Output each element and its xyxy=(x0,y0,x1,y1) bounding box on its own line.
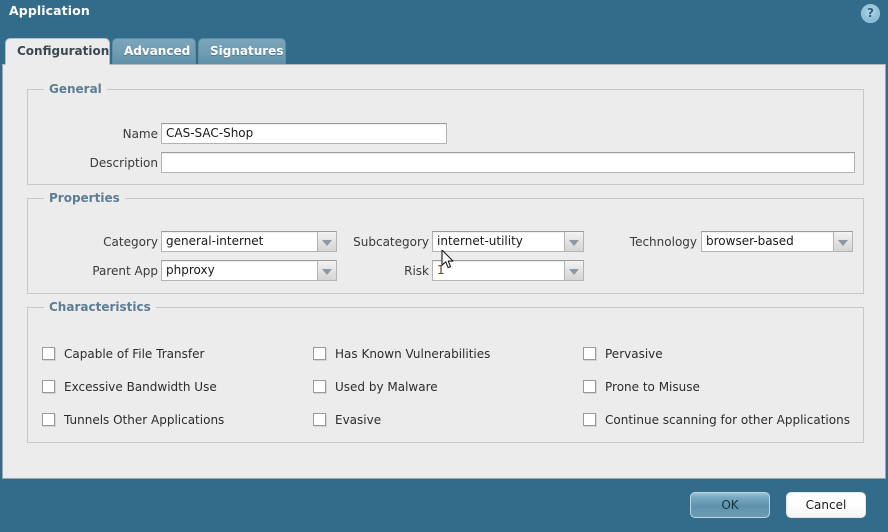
checkbox-label: Capable of File Transfer xyxy=(64,347,205,361)
tab-bar: Configuration Advanced Signatures xyxy=(0,38,888,65)
tab-advanced-label: Advanced xyxy=(124,44,191,58)
technology-value: browser-based xyxy=(701,231,833,252)
ok-button[interactable]: OK xyxy=(690,492,770,518)
chevron-down-icon[interactable] xyxy=(564,260,584,281)
tab-signatures[interactable]: Signatures xyxy=(198,38,286,65)
dialog-titlebar: Application ? xyxy=(0,0,888,34)
checkbox-label: Excessive Bandwidth Use xyxy=(64,380,217,394)
tab-configuration-label: Configuration xyxy=(17,44,110,58)
checkbox-box[interactable] xyxy=(583,380,596,393)
risk-value: 1 xyxy=(432,260,564,281)
name-input[interactable]: CAS-SAC-Shop xyxy=(161,123,447,144)
properties-legend: Properties xyxy=(44,191,125,205)
tab-signatures-label: Signatures xyxy=(210,44,284,58)
description-label: Description xyxy=(89,156,158,170)
checkbox-label: Pervasive xyxy=(605,347,663,361)
technology-dropdown[interactable]: browser-based xyxy=(701,231,853,252)
general-fieldset: General Name CAS-SAC-Shop Description xyxy=(27,82,864,185)
tab-advanced[interactable]: Advanced xyxy=(112,38,196,65)
checkbox-box[interactable] xyxy=(42,413,55,426)
tab-configuration[interactable]: Configuration xyxy=(5,38,110,65)
name-label: Name xyxy=(122,127,158,141)
properties-fieldset: Properties Category general-internet Par… xyxy=(27,191,864,294)
category-label: Category xyxy=(103,235,158,249)
checkbox-box[interactable] xyxy=(313,347,326,360)
risk-label: Risk xyxy=(404,264,429,278)
checkbox-label: Prone to Misuse xyxy=(605,380,700,394)
cancel-button[interactable]: Cancel xyxy=(786,492,866,518)
checkbox-label: Has Known Vulnerabilities xyxy=(335,347,491,361)
general-legend: General xyxy=(44,82,107,96)
checkbox-box[interactable] xyxy=(313,413,326,426)
parent-app-label: Parent App xyxy=(92,264,158,278)
help-circle-icon[interactable]: ? xyxy=(861,4,880,23)
subcategory-label: Subcategory xyxy=(353,235,429,249)
dialog-footer: OK Cancel xyxy=(0,479,888,532)
application-dialog: Application ? Configuration Advanced Sig… xyxy=(0,0,888,532)
checkbox-label: Used by Malware xyxy=(335,380,438,394)
page-title: Application xyxy=(9,3,90,18)
checkbox-label: Tunnels Other Applications xyxy=(64,413,225,427)
checkbox-box[interactable] xyxy=(313,380,326,393)
configuration-panel: General Name CAS-SAC-Shop Description Pr… xyxy=(2,64,886,479)
chevron-down-icon[interactable] xyxy=(833,231,853,252)
characteristics-legend: Characteristics xyxy=(44,300,156,314)
characteristics-fieldset: Characteristics Capable of File Transfer… xyxy=(27,300,864,443)
checkbox-label: Evasive xyxy=(335,413,382,427)
technology-label: Technology xyxy=(629,235,697,249)
risk-dropdown[interactable]: 1 xyxy=(432,260,584,281)
checkbox-box[interactable] xyxy=(583,413,596,426)
checkbox-label: Continue scanning for other Applications xyxy=(605,413,850,427)
checkbox-box[interactable] xyxy=(42,347,55,360)
subcategory-value: internet-utility xyxy=(432,231,564,252)
description-input[interactable] xyxy=(161,152,855,173)
checkbox-box[interactable] xyxy=(583,347,596,360)
checkbox-box[interactable] xyxy=(42,380,55,393)
